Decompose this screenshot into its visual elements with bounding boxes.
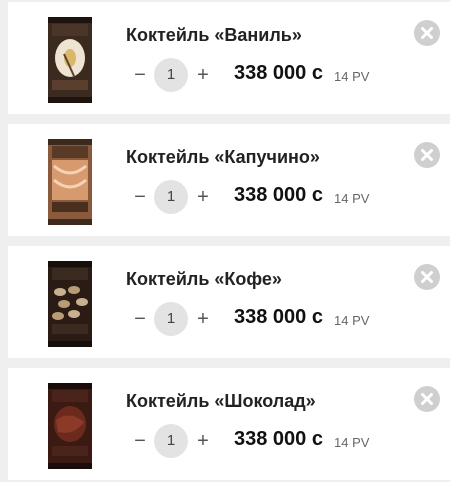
decrease-quantity-button[interactable]: − [128, 428, 152, 454]
quantity-value: 1 [154, 58, 188, 92]
cart-item: Коктейль «Шоколад» − 1 + 338 000 с 14 PV [8, 368, 450, 480]
product-image-cappuccino[interactable] [34, 136, 106, 228]
item-price: 338 000 с [234, 306, 323, 328]
product-name[interactable]: Коктейль «Капучино» [126, 147, 320, 168]
increase-quantity-button[interactable]: + [191, 428, 215, 454]
close-icon [421, 27, 433, 39]
quantity-value: 1 [154, 180, 188, 214]
cart-item: Коктейль «Ваниль» − 1 + 338 000 с 14 PV [8, 2, 450, 114]
close-icon [421, 149, 433, 161]
close-icon [421, 393, 433, 405]
item-price: 338 000 с [234, 428, 323, 450]
item-price: 338 000 с [234, 62, 323, 84]
remove-item-button[interactable] [414, 264, 440, 290]
decrease-quantity-button[interactable]: − [128, 184, 152, 210]
quantity-value: 1 [154, 424, 188, 458]
item-pv: 14 PV [334, 435, 370, 450]
cart-item: Коктейль «Кофе» − 1 + 338 000 с 14 PV [8, 246, 450, 358]
product-name[interactable]: Коктейль «Кофе» [126, 269, 282, 290]
product-image-vanilla[interactable] [34, 14, 106, 106]
increase-quantity-button[interactable]: + [191, 306, 215, 332]
product-image-coffee[interactable] [34, 258, 106, 350]
item-pv: 14 PV [334, 69, 370, 84]
increase-quantity-button[interactable]: + [191, 62, 215, 88]
increase-quantity-button[interactable]: + [191, 184, 215, 210]
product-image-chocolate[interactable] [34, 380, 106, 472]
item-pv: 14 PV [334, 191, 370, 206]
cart-item: Коктейль «Капучино» − 1 + 338 000 с 14 P… [8, 124, 450, 236]
item-price: 338 000 с [234, 184, 323, 206]
close-icon [421, 271, 433, 283]
coffee-can-icon [48, 261, 92, 347]
quantity-value: 1 [154, 302, 188, 336]
product-name[interactable]: Коктейль «Ваниль» [126, 25, 302, 46]
chocolate-can-icon [48, 383, 92, 469]
decrease-quantity-button[interactable]: − [128, 306, 152, 332]
remove-item-button[interactable] [414, 386, 440, 412]
remove-item-button[interactable] [414, 142, 440, 168]
decrease-quantity-button[interactable]: − [128, 62, 152, 88]
remove-item-button[interactable] [414, 20, 440, 46]
vanilla-can-icon [48, 17, 92, 103]
product-name[interactable]: Коктейль «Шоколад» [126, 391, 316, 412]
cappuccino-can-icon [48, 139, 92, 225]
item-pv: 14 PV [334, 313, 370, 328]
